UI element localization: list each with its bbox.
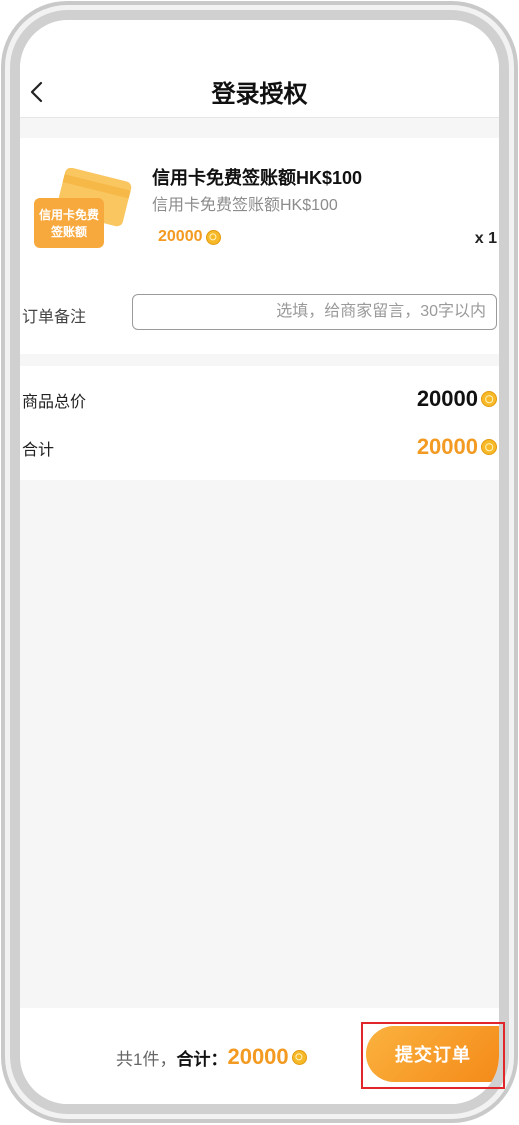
product-thumbnail: 信用卡免费 签账额 — [34, 168, 132, 248]
header: 登录授权 — [20, 20, 499, 118]
goods-total-amount: 20000 — [417, 386, 497, 412]
total-value: 20000 — [416, 434, 478, 459]
coin-icon — [291, 1049, 307, 1065]
goods-total-label: 商品总价 — [22, 394, 87, 411]
remark-label: 订单备注 — [22, 309, 87, 326]
svg-text:信用卡免费: 信用卡免费 — [39, 207, 99, 222]
coin-icon — [481, 391, 497, 407]
svg-text:签账额: 签账额 — [50, 224, 87, 239]
product-price-value: 20000 — [158, 228, 203, 245]
total-label: 合计 — [22, 442, 55, 459]
order-summary: 共1件， 合计： 20000 — [116, 1044, 307, 1070]
product-subtitle: 信用卡免费签账额HK$100 — [152, 197, 338, 214]
product-card: 信用卡免费 签账额 信用卡免费签账额HK$100 信用卡免费签账额HK$100 … — [20, 138, 499, 354]
remark-input[interactable] — [132, 294, 497, 330]
product-quantity: x 1 — [474, 230, 497, 247]
total-amount: 20000 — [417, 434, 497, 460]
item-count: 共1件， — [116, 1049, 177, 1069]
highlight-box — [361, 1022, 505, 1089]
coin-icon — [481, 439, 497, 455]
totals-section: 商品总价 20000 合计 20000 — [20, 366, 499, 480]
page-title: 登录授权 — [211, 81, 308, 108]
phone-screen: 登录授权 信用卡免费 签账额 信用卡免费签账额HK$100 信用卡免费签账额HK… — [20, 20, 499, 1104]
product-title: 信用卡免费签账额HK$100 — [152, 168, 363, 188]
product-price: 20000 — [158, 228, 221, 246]
summary-total-label: 合计： — [176, 1049, 228, 1069]
summary-total-value: 20000 — [227, 1044, 289, 1069]
coin-icon — [205, 229, 221, 245]
goods-total-value: 20000 — [416, 386, 478, 411]
